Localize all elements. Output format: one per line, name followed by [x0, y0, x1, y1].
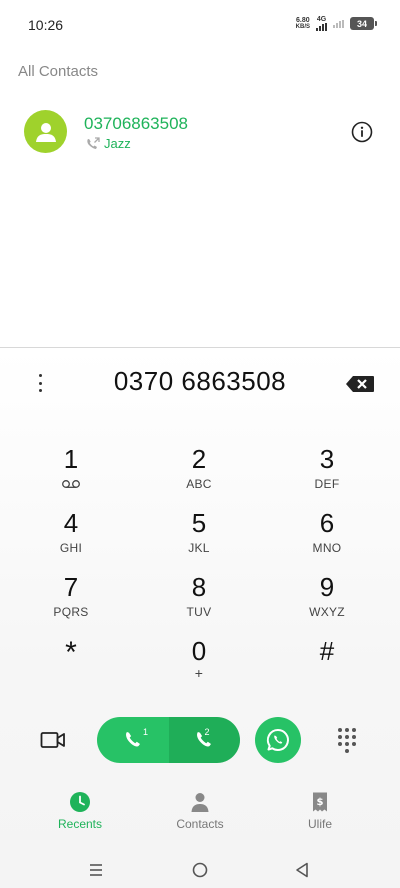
key-star[interactable]: * [26, 638, 116, 694]
key-letters: ABC [186, 477, 212, 491]
battery-icon: 34 [350, 17, 377, 30]
dialed-number[interactable]: 0370 6863508 [0, 366, 400, 397]
nav-label: Contacts [176, 817, 224, 831]
status-time: 10:26 [28, 17, 64, 33]
person-icon [189, 791, 211, 813]
battery-level: 34 [356, 18, 367, 29]
key-letters: MNO [312, 541, 342, 555]
bottom-nav: Recents Contacts $ Ulife [0, 791, 400, 841]
key-7[interactable]: 7 PQRS [26, 572, 116, 628]
nav-contacts[interactable]: Contacts [150, 791, 250, 831]
call-sim1-button[interactable]: 1 [97, 717, 169, 763]
key-digit: 1 [63, 444, 79, 474]
video-call-icon[interactable] [40, 730, 66, 750]
key-letters: TUV [186, 605, 212, 619]
avatar [24, 110, 67, 153]
key-digit: 8 [191, 572, 207, 602]
voicemail-icon [62, 480, 80, 488]
contact-row[interactable]: 03706863508 Jazz [0, 104, 400, 160]
key-1[interactable]: 1 [26, 444, 116, 500]
call-sim2-button[interactable]: 2 [168, 717, 240, 763]
key-letters: WXYZ [309, 605, 345, 619]
nav-recents[interactable]: Recents [30, 791, 130, 831]
sim2-label: 2 [204, 727, 210, 737]
nav-label: Recents [57, 817, 103, 831]
whatsapp-call-button[interactable] [255, 717, 301, 763]
wallet-icon: $ [309, 791, 331, 813]
key-digit: 9 [319, 572, 335, 602]
clock-icon [69, 791, 91, 813]
backspace-icon[interactable] [345, 375, 375, 393]
key-6[interactable]: 6 MNO [282, 508, 372, 564]
system-nav [0, 852, 400, 888]
svg-text:$: $ [317, 797, 324, 808]
key-digit: 7 [63, 572, 79, 602]
key-4[interactable]: 4 GHI [26, 508, 116, 564]
section-title: All Contacts [18, 63, 99, 80]
key-9[interactable]: 9 WXYZ [282, 572, 372, 628]
key-5[interactable]: 5 JKL [154, 508, 244, 564]
person-icon [35, 122, 56, 142]
key-3[interactable]: 3 DEF [282, 444, 372, 500]
outgoing-call-icon [87, 136, 100, 149]
signal-icon [333, 19, 344, 28]
key-letters: DEF [314, 477, 340, 491]
nav-ulife[interactable]: $ Ulife [270, 791, 370, 831]
network-speed: 6.80 KB/S [295, 17, 310, 30]
key-digit: 6 [319, 508, 335, 538]
whatsapp-icon [266, 728, 289, 751]
sim1-label: 1 [143, 727, 149, 737]
key-hash[interactable]: # [282, 636, 372, 692]
info-icon[interactable] [351, 121, 373, 143]
dialpad-toggle-icon[interactable] [336, 727, 358, 753]
key-2[interactable]: 2 ABC [154, 444, 244, 500]
contact-number: 03706863508 [84, 114, 189, 133]
phone-icon [125, 732, 140, 747]
key-8[interactable]: 8 TUV [154, 572, 244, 628]
key-letters: PQRS [53, 605, 89, 619]
key-digit: 3 [319, 444, 335, 474]
key-letters: GHI [59, 541, 83, 555]
signal-4g-icon: 4G [316, 16, 327, 31]
key-letters: + [194, 665, 204, 681]
nav-label: Ulife [307, 817, 332, 831]
key-digit: * [65, 636, 77, 669]
menu-icon[interactable] [86, 860, 106, 880]
key-0[interactable]: 0 + [154, 636, 244, 692]
key-digit: 2 [191, 444, 207, 474]
key-digit: 4 [63, 508, 79, 538]
network-type: 4G [316, 16, 327, 23]
key-digit: 5 [191, 508, 207, 538]
status-icons: 6.80 KB/S 4G 34 [295, 16, 377, 31]
back-icon[interactable] [292, 860, 312, 880]
contact-carrier: Jazz [85, 136, 131, 151]
key-letters: JKL [188, 541, 210, 555]
key-digit: # [319, 636, 335, 666]
status-bar: 10:26 6.80 KB/S 4G 34 [0, 0, 400, 50]
carrier-label: Jazz [104, 136, 131, 151]
network-speed-unit: KB/S [295, 23, 310, 30]
home-icon[interactable] [190, 860, 210, 880]
key-digit: 0 [191, 636, 207, 666]
call-buttons: 1 2 [97, 717, 240, 763]
